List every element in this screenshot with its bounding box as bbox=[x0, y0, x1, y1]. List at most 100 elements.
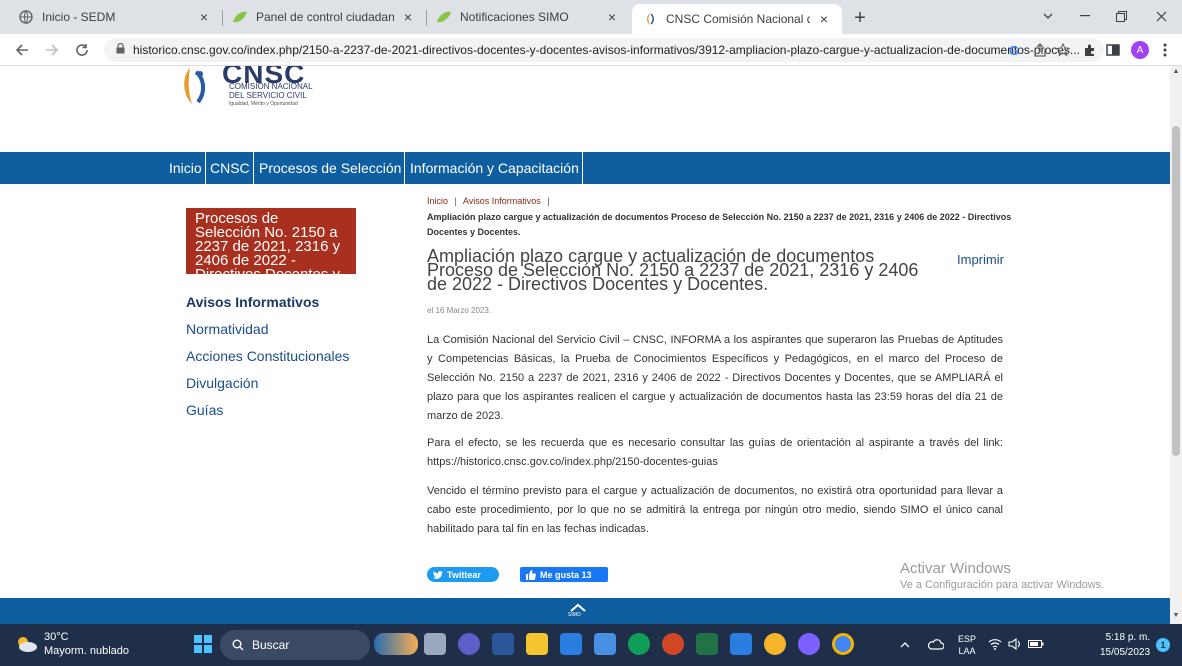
scroll-down-icon[interactable]: ▼ bbox=[1172, 612, 1180, 620]
cnsc-emblem-icon bbox=[184, 68, 205, 104]
cnsc-logo[interactable]: CNSC COMISIÓN NACIONAL DEL SERVICIO CIVI… bbox=[180, 66, 340, 122]
address-bar[interactable]: historico.cnsc.gov.co/index.php/2150-a-2… bbox=[104, 38, 1104, 62]
chrome-icon[interactable] bbox=[832, 633, 854, 655]
scroll-up-icon[interactable]: ▲ bbox=[1172, 68, 1180, 76]
article-paragraph-2: Para el efecto, se les recuerda que es n… bbox=[427, 437, 1003, 468]
search-icon bbox=[232, 639, 244, 651]
scroll-thumb[interactable] bbox=[1172, 126, 1180, 456]
nav-item-procesos[interactable]: Procesos de Selección bbox=[256, 152, 406, 184]
volume-icon[interactable] bbox=[1008, 637, 1022, 653]
copilot-icon[interactable] bbox=[764, 633, 786, 655]
language-code: ESP bbox=[958, 634, 977, 644]
word-icon[interactable] bbox=[492, 633, 514, 655]
new-tab-button[interactable]: + bbox=[848, 6, 872, 30]
sidebar-link-divulgacion[interactable]: Divulgación bbox=[186, 375, 258, 391]
google-translate-icon[interactable]: G bbox=[1005, 40, 1025, 60]
back-icon[interactable] bbox=[10, 38, 34, 62]
weather-temp: 30°C bbox=[44, 631, 69, 643]
article-date: el 16 Marzo 2023. bbox=[427, 306, 492, 315]
print-link[interactable]: Imprimir bbox=[957, 252, 1004, 267]
file-explorer-icon[interactable] bbox=[526, 633, 548, 655]
like-label: Me gusta 13 bbox=[540, 569, 592, 580]
article-paragraph-1: La Comisión Nacional del Servicio Civil … bbox=[427, 334, 1003, 422]
nav-item-inicio[interactable]: Inicio bbox=[166, 152, 206, 184]
restore-icon[interactable] bbox=[1107, 4, 1135, 28]
edge-icon[interactable] bbox=[628, 633, 650, 655]
star-icon[interactable] bbox=[1053, 40, 1073, 60]
powerpoint-icon[interactable] bbox=[662, 633, 684, 655]
weather-desc: Mayorm. nublado bbox=[44, 645, 129, 657]
leaf-icon bbox=[232, 9, 248, 25]
onedrive-icon[interactable] bbox=[927, 638, 945, 653]
forward-icon[interactable] bbox=[40, 38, 64, 62]
notification-badge[interactable]: 1 bbox=[1156, 638, 1170, 652]
close-icon[interactable]: × bbox=[604, 9, 620, 25]
teams-icon[interactable] bbox=[458, 633, 480, 655]
svg-text:G: G bbox=[1009, 43, 1019, 57]
twitter-share-button[interactable]: Twittear bbox=[427, 567, 499, 582]
app-icon[interactable] bbox=[798, 633, 820, 655]
wifi-icon[interactable] bbox=[988, 638, 1002, 653]
store-icon[interactable] bbox=[560, 633, 582, 655]
browser-toolbar: historico.cnsc.gov.co/index.php/2150-a-2… bbox=[0, 34, 1182, 66]
lock-icon bbox=[116, 42, 125, 57]
shield-icon[interactable] bbox=[730, 633, 752, 655]
nav-item-informacion[interactable]: Información y Capacitación bbox=[407, 152, 583, 184]
language-indicator[interactable]: ESP LAA bbox=[958, 633, 976, 657]
twitter-label: Twittear bbox=[447, 569, 481, 580]
start-button[interactable] bbox=[194, 635, 212, 653]
reload-icon[interactable] bbox=[70, 38, 94, 62]
sidebar-link-avisos[interactable]: Avisos Informativos bbox=[186, 294, 319, 310]
weather-widget[interactable]: 30°C Mayorm. nublado bbox=[14, 630, 129, 658]
tab-notificaciones-simo[interactable]: Notificaciones SIMO × bbox=[426, 0, 630, 34]
tab-search-icon[interactable] bbox=[1034, 4, 1062, 28]
logo-subtitle: COMISIÓN NACIONAL DEL SERVICIO CIVIL bbox=[229, 82, 313, 100]
sidebar-link-acciones[interactable]: Acciones Constitucionales bbox=[186, 348, 349, 364]
news-widget-icon[interactable] bbox=[374, 633, 418, 655]
article-paragraph-3: Vencido el término previsto para el carg… bbox=[427, 485, 1003, 535]
taskbar-search[interactable]: Buscar bbox=[220, 630, 370, 660]
mail-icon[interactable] bbox=[594, 633, 616, 655]
close-icon[interactable]: × bbox=[816, 11, 832, 27]
article-title: Ampliación plazo cargue y actualización … bbox=[427, 246, 919, 294]
watermark-line1: Activar Windows bbox=[900, 560, 1011, 577]
tab-cnsc[interactable]: CNSC Comisión Nacional del Ser × bbox=[632, 4, 842, 34]
globe-icon bbox=[18, 9, 34, 25]
clock[interactable]: 5:18 p. m. 15/05/2023 bbox=[1100, 630, 1150, 660]
main-navbar: Inicio CNSC Procesos de Selección Inform… bbox=[0, 152, 1170, 184]
battery-icon[interactable] bbox=[1028, 639, 1044, 652]
window-close-icon[interactable] bbox=[1147, 4, 1175, 28]
menu-icon[interactable] bbox=[1155, 40, 1175, 60]
breadcrumb-current: Ampliación plazo cargue y actualización … bbox=[427, 212, 1012, 237]
activate-windows-watermark: Activar Windows Ve a Configuración para … bbox=[900, 560, 1104, 591]
logo-tagline: Igualdad, Mérito y Oportunidad bbox=[229, 101, 298, 107]
excel-icon[interactable] bbox=[696, 633, 718, 655]
side-panel-icon[interactable] bbox=[1103, 40, 1123, 60]
close-icon[interactable]: × bbox=[196, 9, 212, 25]
tab-panel-control[interactable]: Panel de control ciudadano × bbox=[222, 0, 426, 34]
simo-logo[interactable]: SIMO bbox=[568, 602, 588, 618]
search-placeholder: Buscar bbox=[252, 638, 290, 652]
page-scrollbar[interactable]: ▲ ▼ bbox=[1170, 66, 1182, 624]
task-view-icon[interactable] bbox=[424, 633, 446, 655]
tab-inicio-sedm[interactable]: Inicio - SEDM × bbox=[8, 0, 222, 34]
sidebar-link-guias[interactable]: Guías bbox=[186, 402, 223, 418]
share-icon[interactable] bbox=[1030, 40, 1050, 60]
tab-label: CNSC Comisión Nacional del Ser bbox=[666, 12, 810, 26]
nav-item-cnsc[interactable]: CNSC bbox=[207, 152, 254, 184]
profile-avatar[interactable]: A bbox=[1131, 41, 1149, 59]
language-layout: LAA bbox=[958, 646, 976, 656]
sidebar-link-normatividad[interactable]: Normatividad bbox=[186, 321, 268, 337]
breadcrumb-home[interactable]: Inicio bbox=[427, 196, 448, 206]
clock-time: 5:18 p. m. bbox=[1105, 632, 1151, 643]
facebook-like-button[interactable]: Me gusta 13 bbox=[520, 567, 608, 582]
clock-date: 15/05/2023 bbox=[1100, 647, 1151, 658]
logo-line1: COMISIÓN NACIONAL bbox=[229, 82, 313, 91]
breadcrumb-section[interactable]: Avisos Informativos bbox=[463, 196, 541, 206]
sidebar-process-title[interactable]: Procesos de Selección No. 2150 a 2237 de… bbox=[186, 208, 356, 296]
minimize-icon[interactable] bbox=[1071, 4, 1099, 28]
chevron-up-icon[interactable] bbox=[900, 639, 910, 651]
extensions-icon[interactable] bbox=[1080, 40, 1100, 60]
cloud-sun-icon bbox=[18, 637, 37, 652]
close-icon[interactable]: × bbox=[400, 9, 416, 25]
